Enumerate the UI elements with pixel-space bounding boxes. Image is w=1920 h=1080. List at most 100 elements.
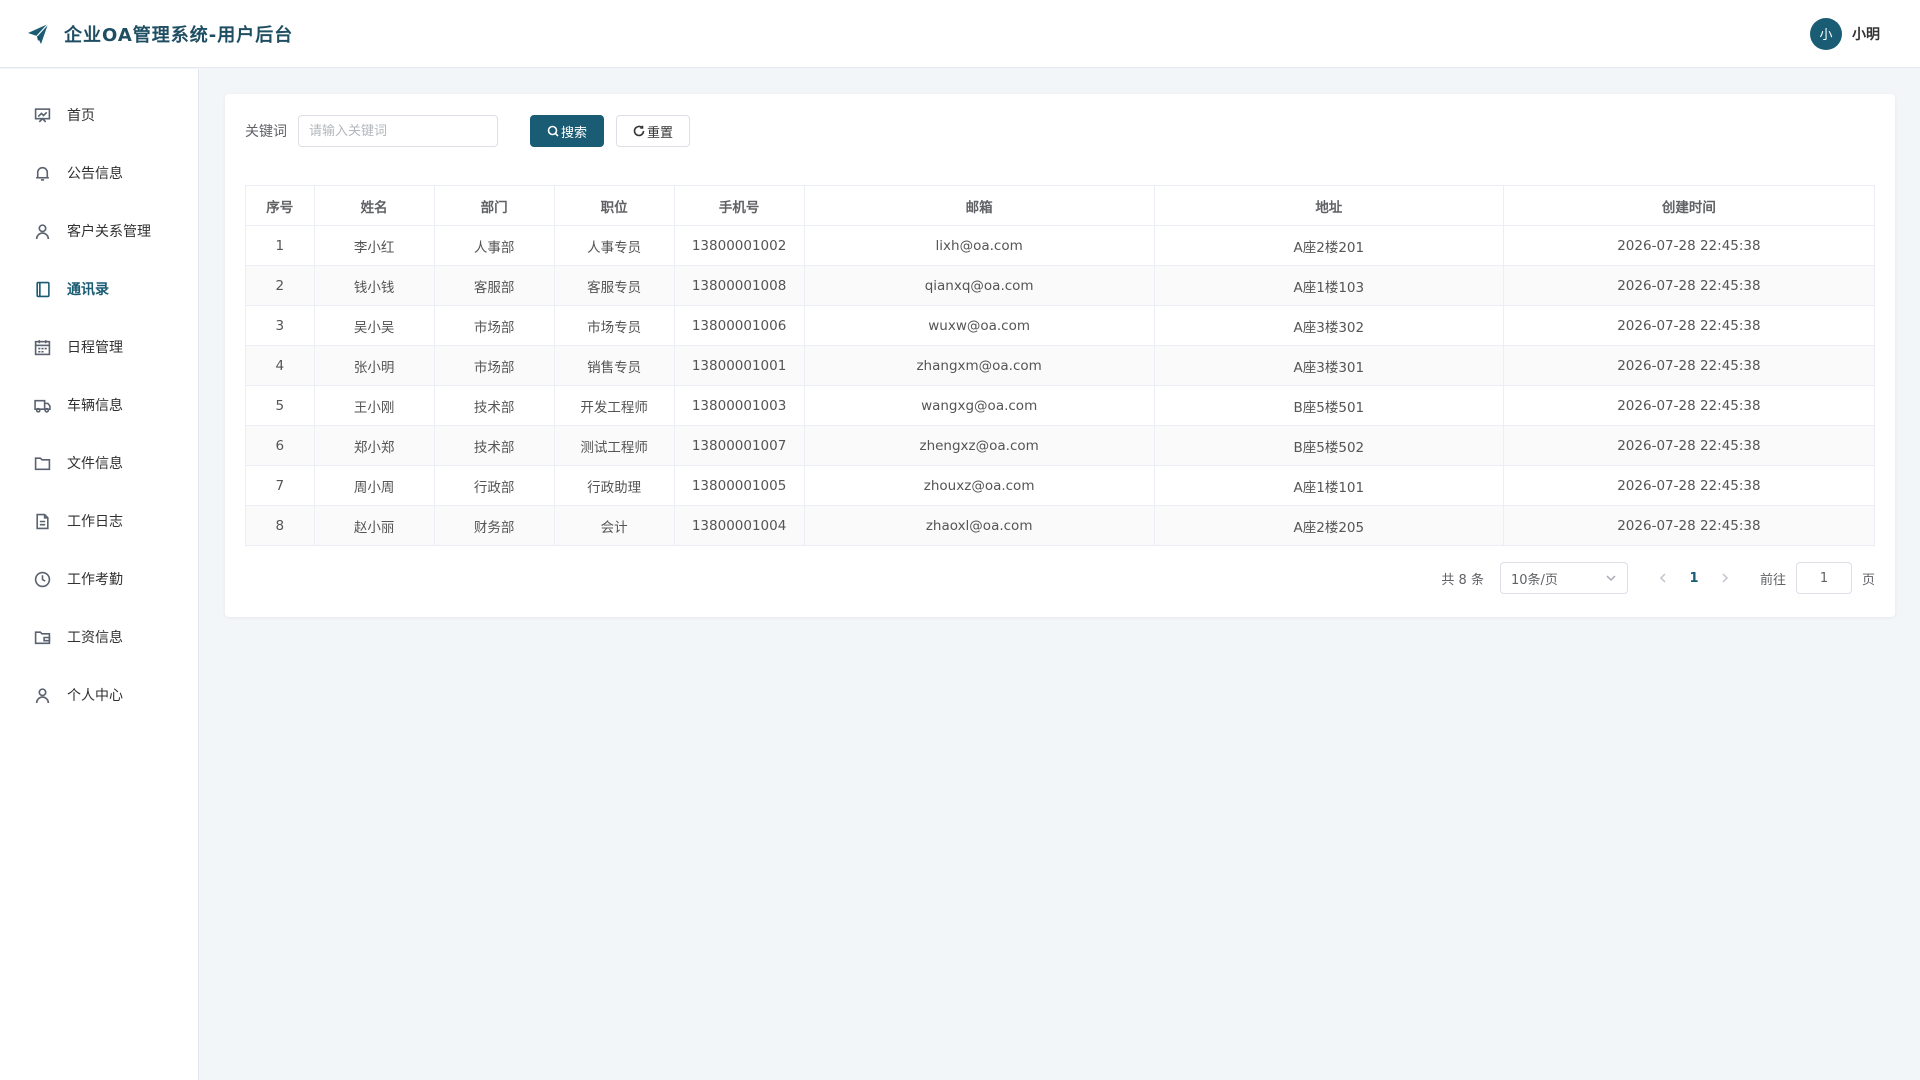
table-row[interactable]: 8 赵小丽 财务部 会计 13800001004 zhaoxl@oa.com A…: [245, 505, 1876, 546]
table-cell: 市场专员: [553, 305, 675, 346]
column-header: 手机号: [673, 185, 805, 226]
table-row[interactable]: 7 周小周 行政部 行政助理 13800001005 zhouxz@oa.com…: [245, 465, 1876, 506]
sidebar-item-salary[interactable]: 工资信息: [0, 608, 198, 666]
sidebar-item-label: 车辆信息: [67, 398, 123, 414]
search-button[interactable]: 搜索: [530, 115, 604, 147]
sidebar-item-worklog[interactable]: 工作日志: [0, 492, 198, 550]
table-cell: 张小明: [313, 345, 435, 386]
avatar[interactable]: 小: [1810, 17, 1842, 50]
search-input[interactable]: [298, 115, 498, 147]
sidebar-item-home[interactable]: 首页: [0, 86, 198, 144]
column-header: 姓名: [313, 185, 435, 226]
table-cell: A座2楼205: [1153, 505, 1504, 546]
table-cell: 13800001006: [673, 305, 805, 346]
table-cell: 2026-07-28 22:45:38: [1502, 465, 1876, 506]
table-cell: 客服专员: [553, 265, 675, 306]
sidebar-item-files[interactable]: 文件信息: [0, 434, 198, 492]
table-cell: 开发工程师: [553, 385, 675, 426]
goto-page-input[interactable]: [1795, 562, 1852, 594]
table-cell: 测试工程师: [553, 425, 675, 466]
page-number-1[interactable]: 1: [1678, 571, 1710, 586]
user-menu[interactable]: 小 小明: [1810, 17, 1880, 50]
reset-button[interactable]: 重置: [616, 115, 690, 147]
top-header: 企业OA管理系统-用户后台 小 小明: [0, 0, 1920, 68]
sidebar-item-profile[interactable]: 个人中心: [0, 666, 198, 724]
table-cell: 2026-07-28 22:45:38: [1502, 225, 1876, 266]
table-cell: 2: [245, 265, 315, 306]
sidebar-item-announcements[interactable]: 公告信息: [0, 144, 198, 202]
paper-plane-icon: [28, 23, 49, 44]
table-cell: 3: [245, 305, 315, 346]
pagination-total: 共 8 条: [1441, 572, 1484, 588]
table-cell: 人事专员: [553, 225, 675, 266]
column-header: 部门: [433, 185, 555, 226]
wallet-icon: [34, 630, 51, 644]
table-cell: B座5楼501: [1153, 385, 1504, 426]
table-cell: 行政助理: [553, 465, 675, 506]
table-cell: 李小红: [313, 225, 435, 266]
sidebar-item-crm[interactable]: 客户关系管理: [0, 202, 198, 260]
contacts-table: 序号 姓名 部门 职位 手机号 邮箱 地址 创建时间 1 李小红 人事部 人事专…: [245, 185, 1876, 546]
refresh-icon: [633, 125, 645, 137]
sidebar-item-label: 通讯录: [67, 282, 109, 298]
sidebar-item-schedule[interactable]: 日程管理: [0, 318, 198, 376]
table-row[interactable]: 2 钱小钱 客服部 客服专员 13800001008 qianxq@oa.com…: [245, 265, 1876, 306]
user-name[interactable]: 小明: [1852, 24, 1880, 44]
sidebar-item-attendance[interactable]: 工作考勤: [0, 550, 198, 608]
page-size-select[interactable]: 10条/页: [1499, 562, 1628, 594]
table-cell: 13800001004: [673, 505, 805, 546]
table-cell: B座5楼502: [1153, 425, 1504, 466]
table-cell: 市场部: [433, 305, 555, 346]
table-cell: 行政部: [433, 465, 555, 506]
folder-icon: [34, 456, 51, 470]
table-cell: 7: [245, 465, 315, 506]
prev-page-button[interactable]: [1648, 571, 1678, 586]
user-icon: [35, 223, 50, 239]
table-cell: 财务部: [433, 505, 555, 546]
table-cell: 2026-07-28 22:45:38: [1502, 385, 1876, 426]
next-page-button[interactable]: [1710, 571, 1740, 586]
table-row[interactable]: 5 王小刚 技术部 开发工程师 13800001003 wangxg@oa.co…: [245, 385, 1876, 426]
table-cell: A座3楼301: [1153, 345, 1504, 386]
search-icon: [547, 125, 559, 137]
goto-label: 前往: [1759, 572, 1786, 588]
table-cell: A座3楼302: [1153, 305, 1504, 346]
table-row[interactable]: 3 吴小吴 市场部 市场专员 13800001006 wuxw@oa.com A…: [245, 305, 1876, 346]
contacts-card: 关键词 搜索 重置 序号 姓名 部门 职位 手机号 邮箱 地址 创建时间: [225, 94, 1895, 617]
chevron-right-icon: [1722, 573, 1729, 583]
calendar-icon: [34, 339, 51, 355]
sidebar-item-label: 个人中心: [67, 688, 123, 704]
clock-icon: [34, 571, 51, 587]
table-cell: zhengxz@oa.com: [803, 425, 1155, 466]
table-row[interactable]: 6 郑小郑 技术部 测试工程师 13800001007 zhengxz@oa.c…: [245, 425, 1876, 466]
column-header: 地址: [1153, 185, 1504, 226]
table-cell: wuxw@oa.com: [803, 305, 1155, 346]
table-cell: A座2楼201: [1153, 225, 1504, 266]
search-bar: 关键词 搜索 重置: [245, 115, 690, 147]
table-cell: 钱小钱: [313, 265, 435, 306]
table-cell: 13800001008: [673, 265, 805, 306]
table-cell: 6: [245, 425, 315, 466]
table-cell: 吴小吴: [313, 305, 435, 346]
table-cell: 4: [245, 345, 315, 386]
sidebar-item-contacts[interactable]: 通讯录: [0, 260, 198, 318]
chevron-left-icon: [1659, 573, 1666, 583]
table-cell: A座1楼101: [1153, 465, 1504, 506]
table-cell: 8: [245, 505, 315, 546]
table-row[interactable]: 1 李小红 人事部 人事专员 13800001002 lixh@oa.com A…: [245, 225, 1876, 266]
table-cell: 13800001003: [673, 385, 805, 426]
sidebar-item-label: 日程管理: [67, 340, 123, 356]
sidebar-item-label: 首页: [67, 108, 95, 124]
sidebar-item-vehicles[interactable]: 车辆信息: [0, 376, 198, 434]
document-icon: [36, 513, 49, 529]
table-cell: 2026-07-28 22:45:38: [1502, 265, 1876, 306]
table-cell: 2026-07-28 22:45:38: [1502, 425, 1876, 466]
sidebar-item-label: 工作日志: [67, 514, 123, 530]
table-row[interactable]: 4 张小明 市场部 销售专员 13800001001 zhangxm@oa.co…: [245, 345, 1876, 386]
sidebar: 首页 公告信息 客户关系管理 通讯录 日程管理 车辆信息 文件信息 工作日志 工…: [0, 69, 199, 1080]
brand[interactable]: 企业OA管理系统-用户后台: [26, 21, 293, 47]
column-header: 职位: [553, 185, 675, 226]
table-cell: A座1楼103: [1153, 265, 1504, 306]
table-cell: 13800001002: [673, 225, 805, 266]
table-cell: 技术部: [433, 385, 555, 426]
